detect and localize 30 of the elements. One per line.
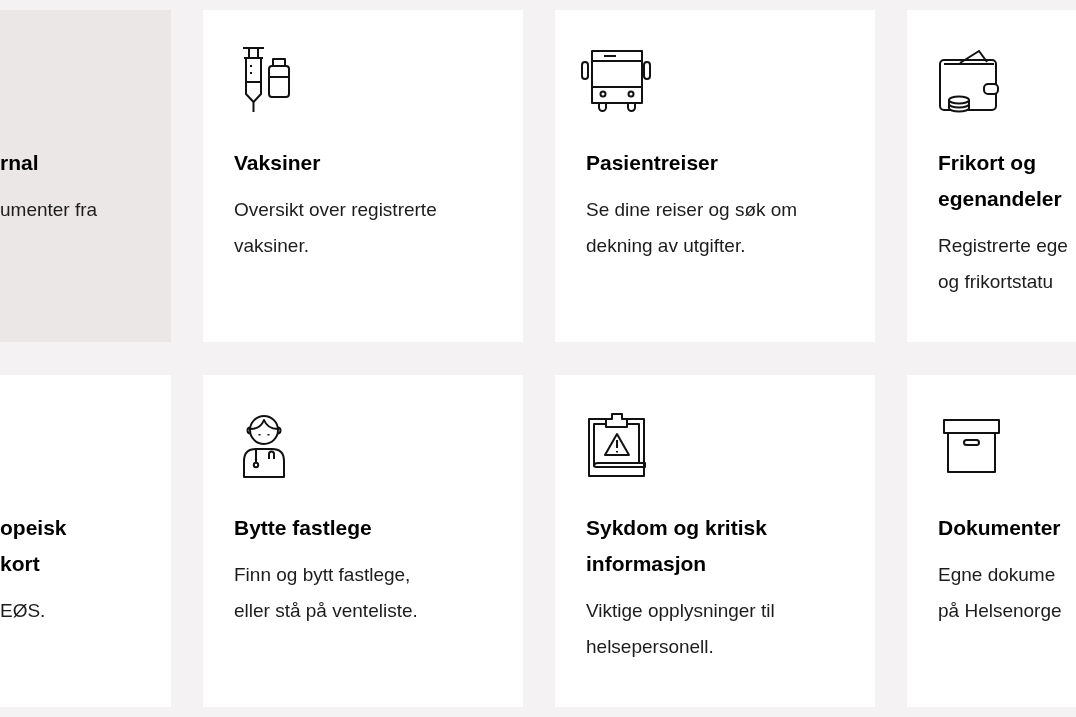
service-card[interactable]: Frikort og egenandeler Registrerte ege og frikortstatu (907, 10, 1076, 342)
card-description: umenter fra (0, 198, 98, 222)
card-description: Finn og bytt fastlege, eller stå på venteliste. (234, 563, 418, 623)
card-description: Oversikt over registrerte vaksiner. (234, 198, 437, 258)
card-title: Pasientreiser (586, 150, 718, 176)
card-title: Dokumenter (938, 515, 1061, 541)
service-card[interactable]: Dokumenter Egne dokume på Helsenorge (907, 375, 1076, 707)
storage-box-icon (943, 419, 1000, 473)
card-description: Viktige opplysninger til helsepersonell. (586, 599, 775, 659)
card-description: Se dine reiser og søk om dekning av utgifter. (586, 198, 798, 258)
card-description: Registrerte ege og frikortstatu (938, 234, 1068, 294)
service-card[interactable]: Pasientreiser Se dine reiser og søk om dekning av utgifter. (555, 10, 875, 342)
card-description: Egne dokume på Helsenorge (938, 563, 1062, 623)
bus-icon (580, 50, 652, 112)
card-title: Frikort og egenandeler (938, 150, 1062, 212)
syringe-and-vial-icon (241, 46, 291, 113)
card-title: Vaksiner (234, 150, 321, 176)
doctor-icon (242, 414, 286, 478)
card-title: opeisk kort (0, 515, 67, 577)
service-card[interactable]: Vaksiner Oversikt over registrerte vaksiner. (203, 10, 523, 342)
card-title: Sykdom og kritisk informasjon (586, 515, 767, 577)
card-title: rnal (0, 150, 39, 176)
card-title: Bytte fastlege (234, 515, 372, 541)
service-card[interactable]: Bytte fastlege Finn og bytt fastlege, eller stå på venteliste. (203, 375, 523, 707)
wallet-icon (936, 50, 1000, 113)
service-card[interactable]: rnal umenter fra (0, 10, 171, 342)
clipboard-warning-icon (588, 413, 646, 477)
service-card[interactable]: Sykdom og kritisk informasjon Viktige opplysninger til helsepersonell. (555, 375, 875, 707)
service-card[interactable]: opeisk kort EØS. (0, 375, 171, 707)
card-description: EØS. (0, 599, 46, 623)
